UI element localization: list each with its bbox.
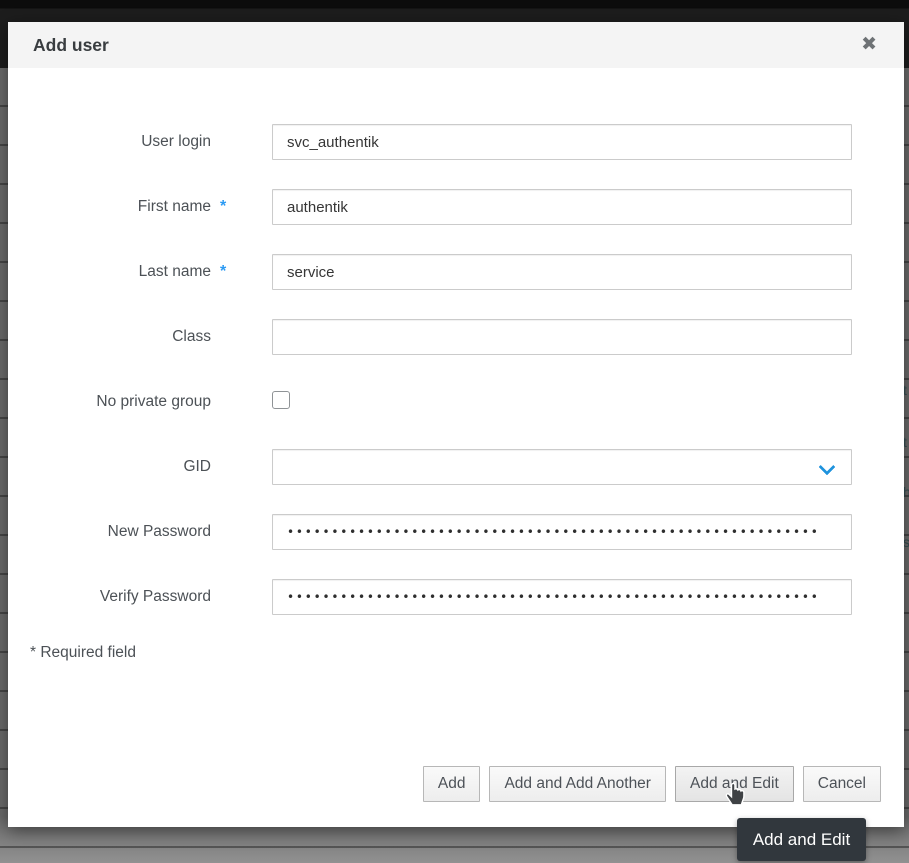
close-icon[interactable]: ✖ xyxy=(861,31,877,59)
add-button[interactable]: Add xyxy=(423,766,481,802)
form-row-gid: GID xyxy=(30,449,904,485)
form-row-user-login: User login xyxy=(30,124,904,160)
required-asterisk: * xyxy=(220,263,226,280)
form-row-verify-password: Verify Password xyxy=(30,579,904,615)
cancel-button[interactable]: Cancel xyxy=(803,766,881,802)
tooltip-text: Add and Edit xyxy=(753,830,850,850)
dialog-body: User login First name * Last name * Clas… xyxy=(8,68,904,662)
add-and-edit-button[interactable]: Add and Edit xyxy=(675,766,794,802)
required-field-note: * Required field xyxy=(30,644,904,662)
form-row-no-private-group: No private group xyxy=(30,384,904,420)
tooltip: Add and Edit xyxy=(737,818,866,861)
add-user-dialog: Add user ✖ User login First name * Last … xyxy=(8,22,904,827)
dialog-title: Add user xyxy=(33,35,109,56)
form-row-last-name: Last name * xyxy=(30,254,904,290)
no-private-group-label: No private group xyxy=(30,393,211,411)
last-name-input[interactable] xyxy=(272,254,852,290)
form-row-first-name: First name * xyxy=(30,189,904,225)
first-name-label: First name xyxy=(30,198,211,216)
form-row-class: Class xyxy=(30,319,904,355)
add-and-add-another-button[interactable]: Add and Add Another xyxy=(489,766,666,802)
verify-password-input[interactable] xyxy=(272,579,852,615)
required-asterisk: * xyxy=(220,198,226,215)
last-name-label: Last name xyxy=(30,263,211,281)
class-input[interactable] xyxy=(272,319,852,355)
new-password-input[interactable] xyxy=(272,514,852,550)
no-private-group-checkbox[interactable] xyxy=(272,391,290,409)
class-label: Class xyxy=(30,328,211,346)
first-name-input[interactable] xyxy=(272,189,852,225)
chevron-down-icon xyxy=(819,459,836,476)
form-row-new-password: New Password xyxy=(30,514,904,550)
gid-select[interactable] xyxy=(272,449,852,485)
user-login-label: User login xyxy=(30,133,211,151)
new-password-label: New Password xyxy=(30,523,211,541)
dialog-header: Add user ✖ xyxy=(8,22,904,68)
gid-label: GID xyxy=(30,458,211,476)
verify-password-label: Verify Password xyxy=(30,588,211,606)
user-login-input[interactable] xyxy=(272,124,852,160)
dialog-footer: Add Add and Add Another Add and Edit Can… xyxy=(423,766,881,802)
